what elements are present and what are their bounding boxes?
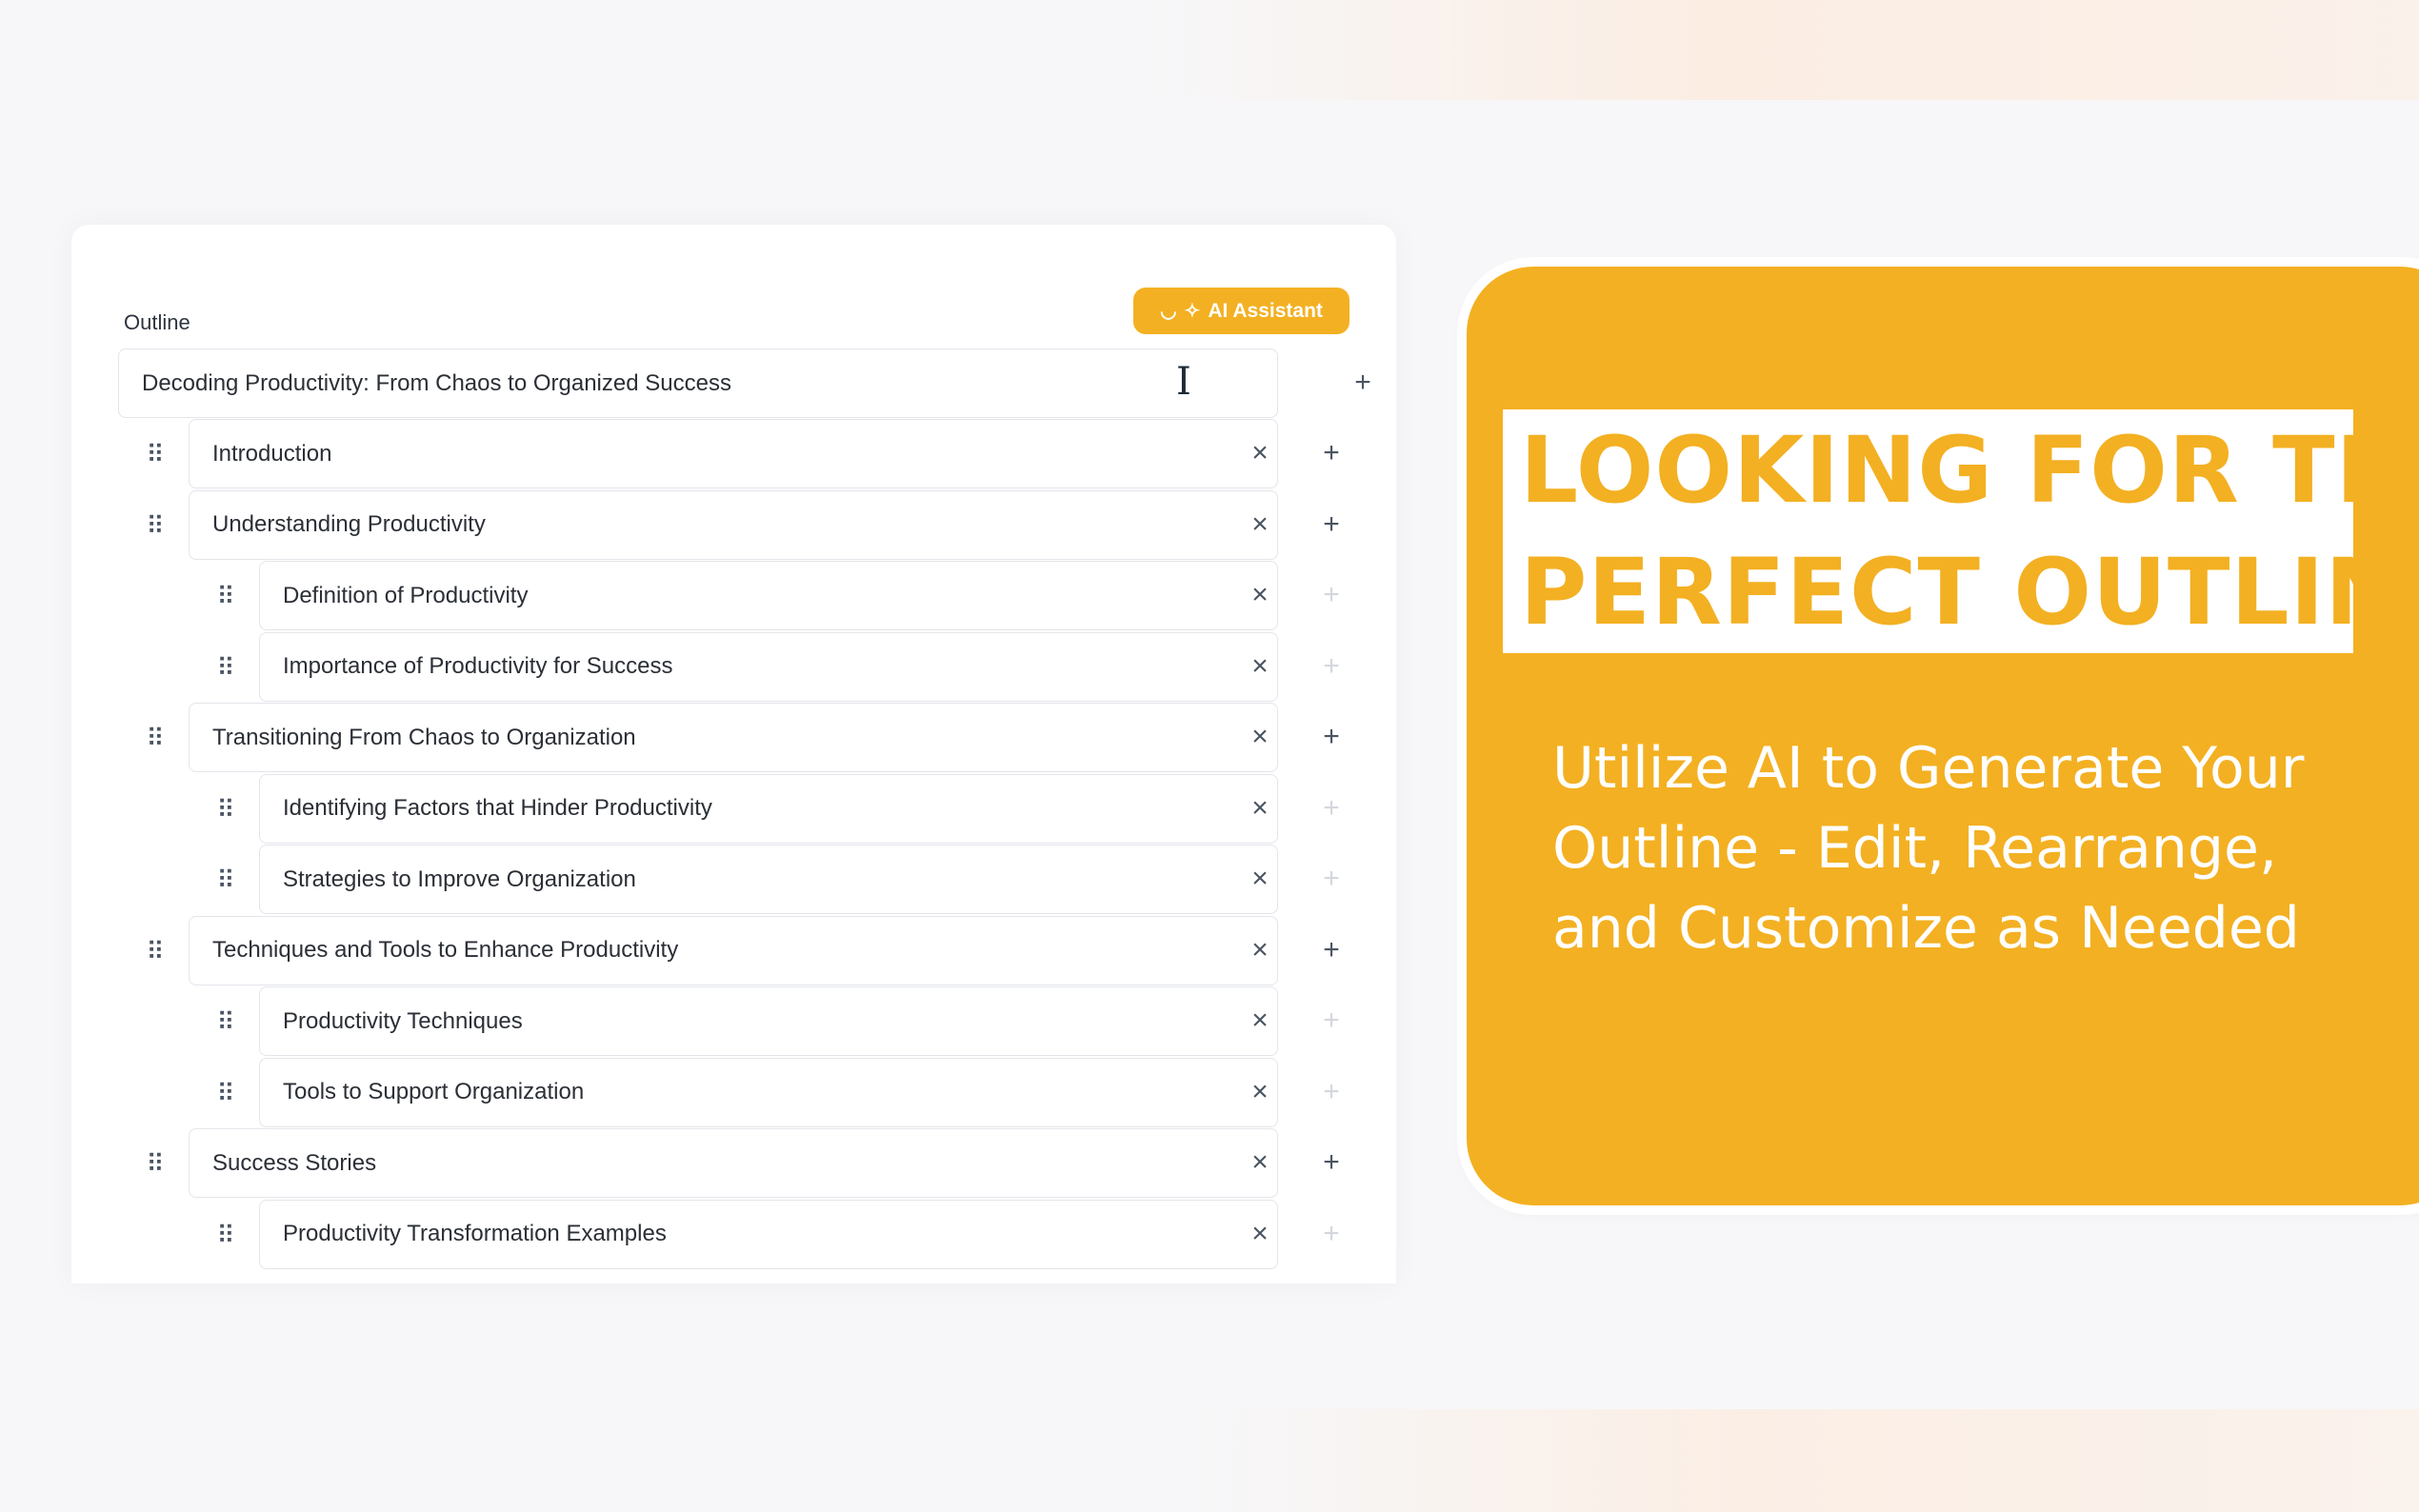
outline-item-row: ⠿ Techniques and Tools to Enhance Product… — [71, 915, 1396, 987]
outline-item-input[interactable]: Strategies to Improve Organization — [259, 845, 1278, 914]
outline-subitem-row: ⠿ Identifying Factors that Hinder Product… — [71, 773, 1396, 846]
drag-handle-icon[interactable]: ⠿ — [145, 724, 164, 752]
promo-subtitle: Utilize AI to Generate Your Outline - Ed… — [1552, 735, 2305, 962]
outline-item-input[interactable]: Definition of Productivity — [259, 561, 1278, 630]
drag-handle-icon[interactable]: ⠿ — [215, 582, 234, 610]
add-subitem-button[interactable]: + — [1314, 436, 1349, 470]
outline-item-input[interactable]: Productivity Techniques — [259, 986, 1278, 1056]
outline-subitem-row: ⠿ Importance of Productivity for Success ×… — [71, 631, 1396, 704]
remove-item-button[interactable]: × — [1243, 862, 1277, 896]
outline-subitem-row: ⠿ Productivity Techniques × + — [71, 986, 1396, 1058]
drag-handle-icon[interactable]: ⠿ — [145, 440, 164, 468]
outline-subitem-row: ⠿ Tools to Support Organization × + — [71, 1057, 1396, 1129]
background-glow-bottom — [1190, 1409, 2419, 1512]
drag-handle-icon[interactable]: ⠿ — [215, 1007, 234, 1036]
loading-icon: ◡ — [1160, 301, 1177, 322]
outline-item-input[interactable]: Techniques and Tools to Enhance Producti… — [189, 915, 1278, 985]
outline-item-input[interactable]: Importance of Productivity for Success — [259, 631, 1278, 702]
add-subitem-button[interactable]: + — [1314, 1217, 1349, 1251]
outline-subitem-row: ⠿ Productivity Transformation Examples × + — [71, 1199, 1396, 1271]
outline-subitem-row: ⠿ Strategies to Improve Organization × + — [71, 845, 1396, 916]
add-subitem-button[interactable]: + — [1314, 1145, 1349, 1180]
outline-item-row: ⠿ Success Stories × + — [71, 1128, 1396, 1200]
add-subitem-button[interactable]: + — [1314, 507, 1349, 542]
add-subitem-button[interactable]: + — [1314, 1075, 1349, 1109]
outline-item-input[interactable]: Tools to Support Organization — [259, 1057, 1278, 1127]
outline-title-input[interactable]: Decoding Productivity: From Chaos to Org… — [118, 348, 1278, 418]
outline-subitem-row: ⠿ Definition of Productivity × + — [71, 561, 1396, 632]
headline-line-2: PERFECT OUTLINE? — [1503, 531, 2419, 653]
drag-handle-icon[interactable]: ⠿ — [215, 1079, 234, 1107]
outline-item-input[interactable]: Understanding Productivity — [189, 489, 1278, 560]
add-subitem-button[interactable]: + — [1314, 649, 1349, 684]
remove-item-button[interactable]: × — [1243, 1075, 1277, 1109]
remove-item-button[interactable]: × — [1243, 791, 1277, 826]
drag-handle-icon[interactable]: ⠿ — [215, 865, 234, 894]
add-subitem-button[interactable]: + — [1314, 1004, 1349, 1038]
remove-item-button[interactable]: × — [1243, 1145, 1277, 1180]
outline-label: Outline — [124, 310, 190, 334]
outline-item-row: ⠿ Transitioning From Chaos to Organizatio… — [71, 703, 1396, 774]
headline-line-1: LOOKING FOR THE — [1503, 409, 2419, 531]
outline-item-row: ⠿ Introduction × + — [71, 419, 1396, 490]
remove-item-button[interactable]: × — [1243, 720, 1277, 754]
add-subitem-button[interactable]: + — [1314, 862, 1349, 896]
add-section-button[interactable]: + — [1346, 366, 1380, 400]
headline: LOOKING FOR THE PERFECT OUTLINE? — [1503, 409, 2419, 653]
drag-handle-icon[interactable]: ⠿ — [215, 795, 234, 824]
outline-item-input[interactable]: Introduction — [189, 419, 1278, 488]
text-cursor-icon: I — [1176, 360, 1191, 404]
ai-assistant-button[interactable]: ◡ ✧ AI Assistant — [1133, 288, 1349, 334]
add-subitem-button[interactable]: + — [1314, 933, 1349, 967]
background-glow-top — [1143, 0, 2419, 100]
outline-title-row: Decoding Productivity: From Chaos to Org… — [118, 348, 1394, 420]
drag-handle-icon[interactable]: ⠿ — [145, 511, 164, 540]
ai-assistant-label: AI Assistant — [1208, 299, 1323, 322]
add-subitem-button[interactable]: + — [1314, 791, 1349, 826]
outline-item-input[interactable]: Transitioning From Chaos to Organization — [189, 703, 1278, 772]
outline-item-input[interactable]: Identifying Factors that Hinder Producti… — [259, 773, 1278, 844]
drag-handle-icon[interactable]: ⠿ — [215, 653, 234, 682]
sparkle-icon: ✧ — [1184, 301, 1201, 322]
drag-handle-icon[interactable]: ⠿ — [215, 1221, 234, 1249]
drag-handle-icon[interactable]: ⠿ — [145, 1149, 164, 1178]
promo-card: LOOKING FOR THE PERFECT OUTLINE? Utilize… — [1467, 267, 2419, 1205]
remove-item-button[interactable]: × — [1243, 1217, 1277, 1251]
remove-item-button[interactable]: × — [1243, 578, 1277, 612]
remove-item-button[interactable]: × — [1243, 933, 1277, 967]
add-subitem-button[interactable]: + — [1314, 578, 1349, 612]
outline-item-input[interactable]: Success Stories — [189, 1128, 1278, 1198]
outline-item-row: ⠿ Understanding Productivity × + — [71, 489, 1396, 562]
remove-item-button[interactable]: × — [1243, 507, 1277, 542]
add-subitem-button[interactable]: + — [1314, 720, 1349, 754]
remove-item-button[interactable]: × — [1243, 436, 1277, 470]
drag-handle-icon[interactable]: ⠿ — [145, 937, 164, 965]
outline-panel: Outline ◡ ✧ AI Assistant Decoding Produc… — [71, 225, 1396, 1283]
outline-item-input[interactable]: Productivity Transformation Examples — [259, 1199, 1278, 1269]
remove-item-button[interactable]: × — [1243, 1004, 1277, 1038]
remove-item-button[interactable]: × — [1243, 649, 1277, 684]
